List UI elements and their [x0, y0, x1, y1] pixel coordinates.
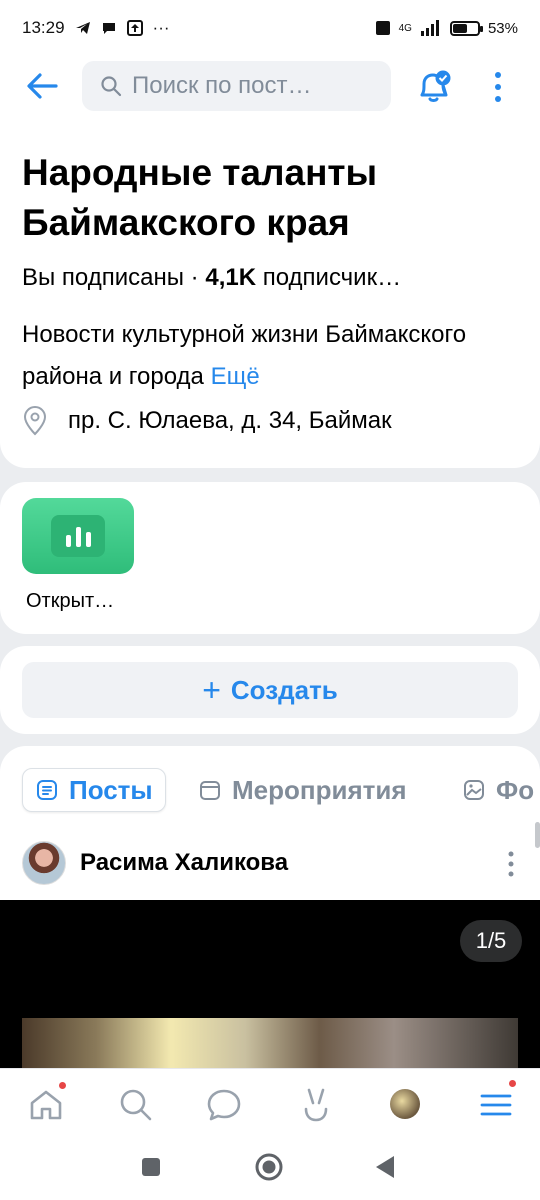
clips-icon[interactable]: [296, 1085, 336, 1125]
telegram-icon: [75, 22, 90, 34]
subscribed-status: Вы подписаны ·: [22, 264, 199, 291]
more-options-icon[interactable]: [488, 70, 508, 104]
back-button-icon[interactable]: [374, 1154, 396, 1180]
bar-chart-icon: [51, 515, 105, 557]
apps-card: Открыт…: [0, 482, 540, 634]
tab-photos[interactable]: Фо: [462, 768, 534, 812]
content-tabs: Посты Мероприятия Фо: [0, 768, 540, 812]
subscribers-count: 4,1K: [205, 264, 257, 291]
subscription-line[interactable]: Вы подписаны · 4,1K подписчик…: [22, 264, 512, 292]
subscribers-label: подписчик…: [262, 264, 402, 291]
create-button[interactable]: + Создать: [22, 662, 518, 718]
tab-posts[interactable]: Посты: [22, 768, 166, 812]
media-counter: 1/5: [460, 920, 522, 962]
top-bar: Поиск по пост…: [0, 56, 540, 116]
scrollbar[interactable]: [535, 822, 540, 848]
signal-icon: [420, 20, 439, 36]
create-label: Создать: [230, 674, 338, 705]
home-badge: [58, 1081, 67, 1090]
battery-percent: 53%: [487, 19, 518, 37]
group-title: Народные таланты Баймакского края: [22, 152, 378, 243]
home-button-icon[interactable]: [254, 1152, 284, 1182]
chat-icon[interactable]: [204, 1085, 244, 1125]
menu-badge: [508, 1079, 517, 1088]
recent-apps-icon[interactable]: [140, 1156, 162, 1178]
status-bar: 13:29 ··· 4G 53%: [0, 0, 540, 56]
show-more-link[interactable]: Ещё: [211, 363, 260, 390]
network-type: 4G: [398, 22, 412, 34]
more-notifications-icon: ···: [152, 18, 170, 37]
search-input[interactable]: Поиск по пост…: [82, 61, 391, 111]
search-icon[interactable]: [116, 1085, 156, 1125]
tab-events[interactable]: Мероприятия: [198, 768, 407, 812]
group-description: Новости культурной жизни Баймакского рай…: [22, 314, 522, 398]
tab-label: Фо: [496, 774, 535, 805]
group-header-card: Поиск по пост… Народные таланты Баймакск…: [0, 56, 540, 468]
bottom-navigation: [0, 1068, 540, 1138]
photo-icon: [464, 780, 484, 800]
profile-avatar[interactable]: [390, 1089, 420, 1119]
search-icon: [101, 76, 122, 97]
create-card: + Создать: [0, 646, 540, 734]
post-header: Расима Халикова: [22, 840, 522, 886]
battery-fill: [452, 23, 467, 33]
app-tile[interactable]: [22, 498, 134, 574]
notification-bell-icon[interactable]: [414, 68, 454, 106]
location-pin-icon: [23, 406, 47, 436]
calendar-icon: [200, 781, 220, 800]
post-author[interactable]: Расима Халикова: [80, 849, 288, 877]
upload-icon: [126, 20, 143, 36]
app-label: Открыт…: [26, 590, 115, 612]
post-media[interactable]: 1/5: [0, 900, 540, 1076]
tab-label: Посты: [69, 774, 153, 805]
search-placeholder: Поиск по пост…: [132, 72, 312, 99]
tab-label: Мероприятия: [232, 774, 407, 805]
feed-card: Посты Мероприятия Фо Расима Халикова 1/5: [0, 746, 540, 1076]
battery-icon: [449, 20, 483, 36]
group-address[interactable]: пр. С. Юлаева, д. 34, Баймак: [22, 406, 522, 436]
message-bubble-icon: [102, 23, 115, 34]
post-more-icon[interactable]: [506, 850, 516, 878]
menu-icon[interactable]: [476, 1085, 516, 1125]
posts-icon: [37, 780, 57, 800]
volte-icon: [375, 21, 390, 35]
home-icon[interactable]: [26, 1085, 66, 1125]
system-navigation-bar: [0, 1138, 540, 1200]
status-time: 13:29: [22, 18, 65, 37]
plus-icon: +: [202, 671, 221, 708]
back-arrow-icon[interactable]: [22, 68, 62, 104]
address-text: пр. С. Юлаева, д. 34, Баймак: [68, 407, 392, 434]
avatar[interactable]: [22, 841, 66, 885]
